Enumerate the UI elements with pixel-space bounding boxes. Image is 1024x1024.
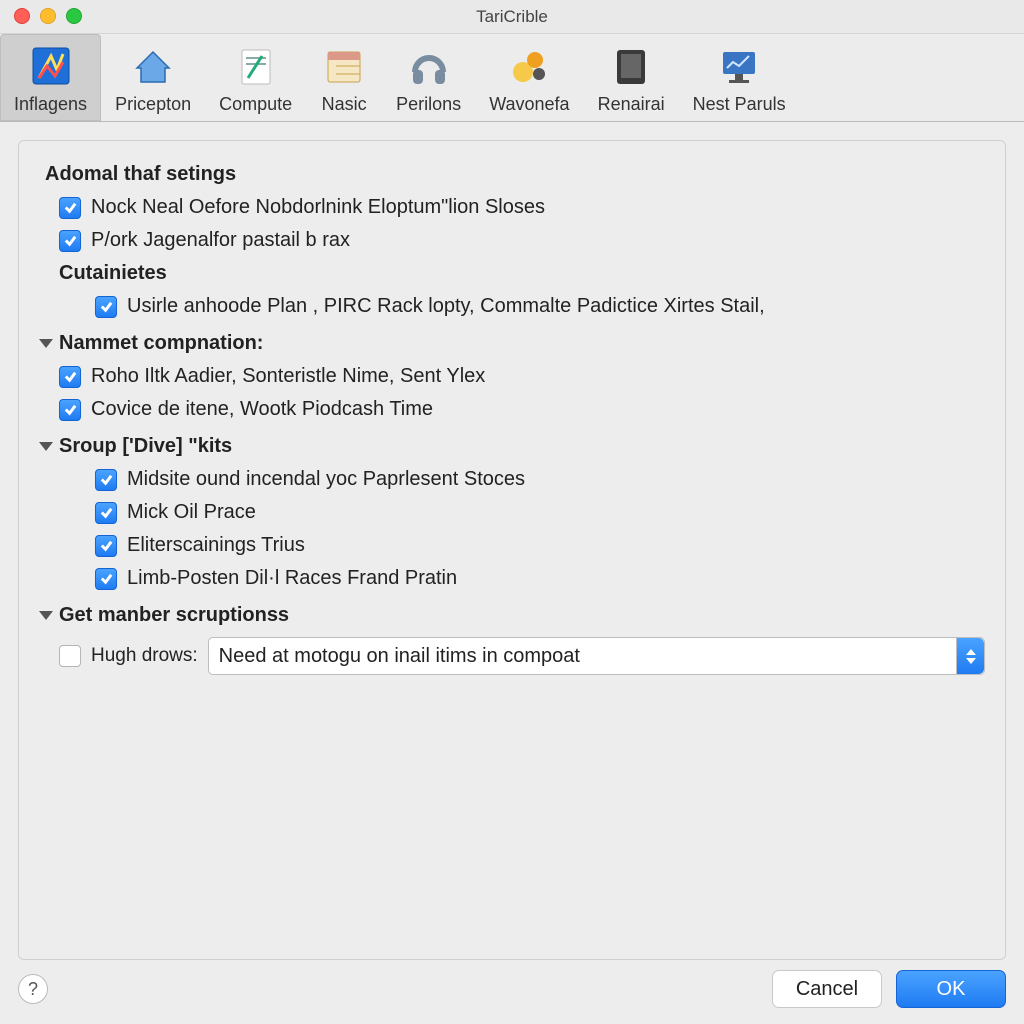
preferences-window: TariCrible Inflagens Pricepton Compute xyxy=(0,0,1024,1024)
headset-icon xyxy=(405,42,453,90)
tab-pricepton[interactable]: Pricepton xyxy=(101,34,205,121)
ok-button[interactable]: OK xyxy=(896,970,1006,1008)
dropdown-value: Need at motogu on inail itims in compoat xyxy=(219,645,580,668)
window-title: TariCrible xyxy=(0,7,1024,27)
tab-nest-paruls[interactable]: Nest Paruls xyxy=(679,34,800,121)
checkbox-icon[interactable] xyxy=(59,230,81,252)
hugh-drows-label: Hugh drows: xyxy=(91,645,198,667)
tab-wavonefa[interactable]: Wavonefa xyxy=(475,34,583,121)
monitor-icon xyxy=(715,42,763,90)
check-label: P/ork Jagenalfor pastail b rax xyxy=(91,229,350,252)
checkbox-icon[interactable] xyxy=(59,197,81,219)
check-sroup-2[interactable]: Eliterscainings Trius xyxy=(95,534,985,557)
tab-perilons[interactable]: Perilons xyxy=(382,34,475,121)
house-icon xyxy=(129,42,177,90)
checkbox-icon[interactable] xyxy=(95,568,117,590)
hugh-drows-row: Hugh drows: Need at motogu on inail itim… xyxy=(59,637,985,675)
window-controls xyxy=(14,8,82,24)
check-label: Usirle anhoode Plan , PIRC Rack lopty, C… xyxy=(127,295,765,318)
section-adomal-title: Adomal thaf setings xyxy=(45,163,985,186)
check-nammet-1[interactable]: Covice de itene, Wootk Piodcash Time xyxy=(59,398,985,421)
check-nammet-0[interactable]: Roho Iltk Aadier, Sonteristle Nime, Sent… xyxy=(59,365,985,388)
check-sroup-1[interactable]: Mick Oil Prace xyxy=(95,501,985,524)
check-label: Eliterscainings Trius xyxy=(127,534,305,557)
note-icon xyxy=(232,42,280,90)
tab-label: Nasic xyxy=(322,94,367,115)
check-label: Mick Oil Prace xyxy=(127,501,256,524)
chevron-down-icon xyxy=(39,442,53,451)
tab-label: Nest Paruls xyxy=(693,94,786,115)
chevron-down-icon xyxy=(39,611,53,620)
dropdown-stepper-icon xyxy=(956,638,984,674)
check-label: Limb-Posten Dil·l Races Frand Pratin xyxy=(127,567,457,590)
checkbox-icon[interactable] xyxy=(95,502,117,524)
help-button[interactable]: ? xyxy=(18,974,48,1004)
check-sroup-0[interactable]: Midsite ound incendal yoc Paprlesent Sto… xyxy=(95,468,985,491)
minimize-window-button[interactable] xyxy=(40,8,56,24)
tablet-icon xyxy=(607,42,655,90)
button-label: OK xyxy=(937,978,966,1001)
check-cutainietes-0[interactable]: Usirle anhoode Plan , PIRC Rack lopty, C… xyxy=(95,295,985,318)
calendar-icon xyxy=(320,42,368,90)
preferences-toolbar: Inflagens Pricepton Compute Nasic Perilo… xyxy=(0,34,1024,122)
tab-nasic[interactable]: Nasic xyxy=(306,34,382,121)
content-area: Adomal thaf setings Nock Neal Oefore Nob… xyxy=(0,122,1024,960)
checkbox-icon[interactable] xyxy=(59,366,81,388)
close-window-button[interactable] xyxy=(14,8,30,24)
tab-label: Wavonefa xyxy=(489,94,569,115)
tab-inflagens[interactable]: Inflagens xyxy=(0,34,101,121)
check-label: Covice de itene, Wootk Piodcash Time xyxy=(91,398,433,421)
checkbox-icon[interactable] xyxy=(59,645,81,667)
chevron-down-icon xyxy=(39,339,53,348)
titlebar: TariCrible xyxy=(0,0,1024,34)
cancel-button[interactable]: Cancel xyxy=(772,970,882,1008)
checkbox-icon[interactable] xyxy=(59,399,81,421)
checkbox-icon[interactable] xyxy=(95,469,117,491)
check-adomal-1[interactable]: P/ork Jagenalfor pastail b rax xyxy=(59,229,985,252)
button-label: Cancel xyxy=(796,978,858,1001)
help-icon: ? xyxy=(28,979,38,1000)
paint-icon xyxy=(27,42,75,90)
section-sroup-title: Sroup ['Dive] "kits xyxy=(59,435,232,458)
check-label: Midsite ound incendal yoc Paprlesent Sto… xyxy=(127,468,525,491)
section-getmanber-title: Get manber scruptionss xyxy=(59,604,289,627)
section-cutainietes-title: Cutainietes xyxy=(59,262,985,285)
checkbox-icon[interactable] xyxy=(95,535,117,557)
disclosure-nammet[interactable]: Nammet compnation: xyxy=(39,332,985,355)
colorballs-icon xyxy=(505,42,553,90)
check-label: Roho Iltk Aadier, Sonteristle Nime, Sent… xyxy=(91,365,485,388)
check-label: Nock Neal Oefore Nobdorlnink Eloptum"lio… xyxy=(91,196,545,219)
zoom-window-button[interactable] xyxy=(66,8,82,24)
dialog-footer: ? Cancel OK xyxy=(0,960,1024,1024)
tab-label: Inflagens xyxy=(14,94,87,115)
tab-label: Renairai xyxy=(598,94,665,115)
tab-compute[interactable]: Compute xyxy=(205,34,306,121)
hugh-drows-dropdown[interactable]: Need at motogu on inail itims in compoat xyxy=(208,637,985,675)
tab-renairai[interactable]: Renairai xyxy=(584,34,679,121)
check-adomal-0[interactable]: Nock Neal Oefore Nobdorlnink Eloptum"lio… xyxy=(59,196,985,219)
tab-label: Perilons xyxy=(396,94,461,115)
disclosure-sroup[interactable]: Sroup ['Dive] "kits xyxy=(39,435,985,458)
tab-label: Pricepton xyxy=(115,94,191,115)
checkbox-icon[interactable] xyxy=(95,296,117,318)
section-nammet-title: Nammet compnation: xyxy=(59,332,263,355)
disclosure-getmanber[interactable]: Get manber scruptionss xyxy=(39,604,985,627)
check-sroup-3[interactable]: Limb-Posten Dil·l Races Frand Pratin xyxy=(95,567,985,590)
settings-panel: Adomal thaf setings Nock Neal Oefore Nob… xyxy=(18,140,1006,960)
tab-label: Compute xyxy=(219,94,292,115)
